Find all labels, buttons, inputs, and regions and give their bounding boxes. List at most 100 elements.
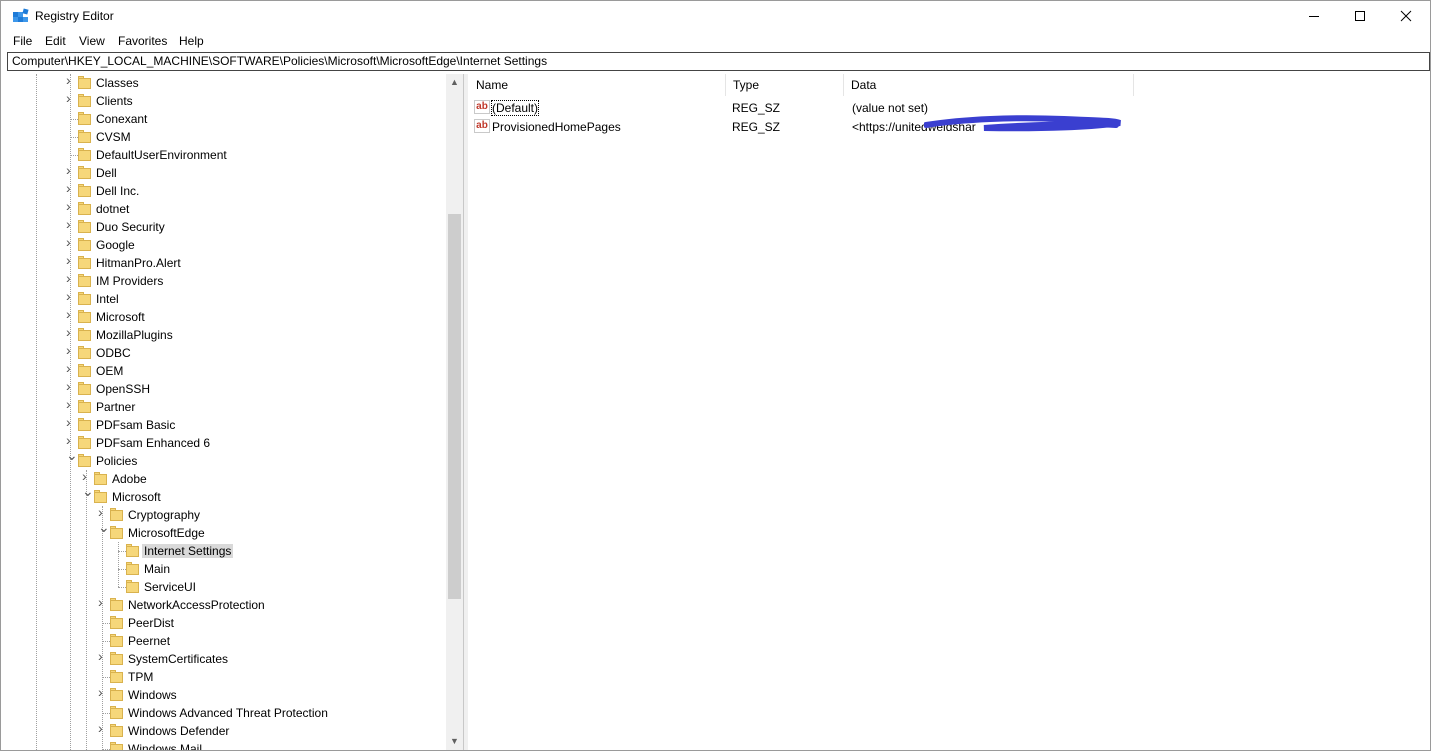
column-header-name[interactable]: Name xyxy=(469,74,726,96)
value-row[interactable]: ab ProvisionedHomePages REG_SZ <https://uni… xyxy=(469,115,1430,136)
chevron-right-icon[interactable]: › xyxy=(82,469,92,483)
tree-item[interactable]: › Dell Inc. xyxy=(8,181,443,200)
tree-item-label: IM Providers xyxy=(96,274,164,288)
chevron-right-icon[interactable]: › xyxy=(98,721,108,735)
chevron-right-icon[interactable]: › xyxy=(66,235,76,249)
tree-item[interactable]: › Clients xyxy=(8,91,443,110)
tree-item[interactable]: › NetworkAccessProtection xyxy=(8,595,443,614)
tree-item[interactable]: › Adobe xyxy=(8,469,443,488)
tree-item[interactable]: › Intel xyxy=(8,289,443,308)
chevron-right-icon[interactable]: › xyxy=(98,505,108,519)
tree-item[interactable]: CVSM xyxy=(8,128,443,146)
tree-item[interactable]: › dotnet xyxy=(8,199,443,218)
tree-item[interactable]: › Classes xyxy=(8,74,443,92)
value-name: ProvisionedHomePages xyxy=(492,120,621,134)
tree-item[interactable]: ⌄ Microsoft xyxy=(8,484,443,506)
chevron-right-icon[interactable]: › xyxy=(66,163,76,177)
folder-icon xyxy=(110,598,123,611)
folder-icon xyxy=(78,454,91,467)
menu-view[interactable]: View xyxy=(79,34,105,48)
chevron-right-icon[interactable]: › xyxy=(66,199,76,213)
tree-item[interactable]: › MozillaPlugins xyxy=(8,325,443,344)
tree-item[interactable]: › SystemCertificates xyxy=(8,649,443,668)
chevron-right-icon[interactable]: › xyxy=(66,217,76,231)
scroll-up-icon[interactable]: ▲ xyxy=(446,74,463,91)
folder-icon xyxy=(110,670,123,683)
minimize-button[interactable] xyxy=(1291,1,1337,31)
tree-item[interactable]: › ODBC xyxy=(8,343,443,362)
folder-icon xyxy=(126,580,139,593)
key-tree-pane[interactable]: › Classes › Clients Conexant CVSM DefaultUserE… xyxy=(8,74,464,750)
tree-item[interactable]: Peernet xyxy=(8,632,443,650)
tree-item[interactable]: › Dell xyxy=(8,163,443,182)
chevron-down-icon[interactable]: ⌄ xyxy=(66,448,78,462)
chevron-right-icon[interactable]: › xyxy=(66,415,76,429)
chevron-down-icon[interactable]: ⌄ xyxy=(98,520,110,534)
chevron-right-icon[interactable]: › xyxy=(66,397,76,411)
chevron-right-icon[interactable]: › xyxy=(66,433,76,447)
menu-edit[interactable]: Edit xyxy=(45,34,66,48)
chevron-right-icon[interactable]: › xyxy=(66,74,76,87)
tree-item-label: Peernet xyxy=(128,634,171,648)
chevron-right-icon[interactable]: › xyxy=(66,181,76,195)
tree-item-label: ServiceUI xyxy=(144,580,197,594)
tree-item[interactable]: › OpenSSH xyxy=(8,379,443,398)
tree-scrollbar[interactable]: ▲ ▼ xyxy=(446,74,463,750)
chevron-right-icon[interactable]: › xyxy=(66,307,76,321)
tree-item[interactable]: Windows Mail xyxy=(8,740,443,750)
tree-item[interactable]: Windows Advanced Threat Protection xyxy=(8,704,443,722)
chevron-right-icon[interactable]: › xyxy=(66,91,76,105)
tree-item[interactable]: › Cryptography xyxy=(8,505,443,524)
scroll-down-icon[interactable]: ▼ xyxy=(446,733,463,750)
pane-splitter[interactable] xyxy=(464,74,468,750)
tree-item[interactable]: ⌄ Policies xyxy=(8,448,443,470)
tree-item[interactable]: › HitmanPro.Alert xyxy=(8,253,443,272)
tree-item-label: Main xyxy=(144,562,171,576)
tree-item-label: Windows Defender xyxy=(128,724,230,738)
address-bar[interactable]: Computer\HKEY_LOCAL_MACHINE\SOFTWARE\Pol… xyxy=(7,52,1430,71)
tree-item[interactable]: ⌄ MicrosoftEdge xyxy=(8,520,443,542)
chevron-right-icon[interactable]: › xyxy=(98,595,108,609)
tree-item-label: Dell xyxy=(96,166,117,180)
tree-item[interactable]: › PDFsam Basic xyxy=(8,415,443,434)
chevron-right-icon[interactable]: › xyxy=(98,649,108,663)
tree-item[interactable]: TPM xyxy=(8,668,443,686)
column-header-data[interactable]: Data xyxy=(844,74,1134,96)
tree-item[interactable]: DefaultUserEnvironment xyxy=(8,146,443,164)
chevron-right-icon[interactable]: › xyxy=(66,271,76,285)
chevron-right-icon[interactable]: › xyxy=(66,325,76,339)
tree-item-label: NetworkAccessProtection xyxy=(128,598,265,612)
tree-item-label: MozillaPlugins xyxy=(96,328,173,342)
values-list-pane[interactable]: Name Type Data ab (Default) REG_SZ (value n… xyxy=(469,74,1430,750)
menu-favorites[interactable]: Favorites xyxy=(118,34,167,48)
scroll-thumb[interactable] xyxy=(448,214,461,599)
title-bar[interactable]: Registry Editor xyxy=(1,1,1430,31)
tree-item[interactable]: › Duo Security xyxy=(8,217,443,236)
tree-item[interactable]: ServiceUI xyxy=(8,578,443,596)
tree-item[interactable]: › Google xyxy=(8,235,443,254)
tree-item[interactable]: PeerDist xyxy=(8,614,443,632)
tree-item[interactable]: › Windows Defender xyxy=(8,721,443,740)
chevron-down-icon[interactable]: ⌄ xyxy=(82,484,94,498)
close-button[interactable] xyxy=(1383,1,1429,31)
tree-item[interactable]: › Microsoft xyxy=(8,307,443,326)
tree-item[interactable]: › Partner xyxy=(8,397,443,416)
tree-item[interactable]: › Windows xyxy=(8,685,443,704)
column-header-type[interactable]: Type xyxy=(726,74,844,96)
folder-icon xyxy=(110,616,123,629)
menu-help[interactable]: Help xyxy=(179,34,204,48)
chevron-right-icon[interactable]: › xyxy=(98,685,108,699)
chevron-right-icon[interactable]: › xyxy=(66,289,76,303)
tree-item[interactable]: › OEM xyxy=(8,361,443,380)
chevron-right-icon[interactable]: › xyxy=(66,379,76,393)
chevron-right-icon[interactable]: › xyxy=(66,361,76,375)
chevron-right-icon[interactable]: › xyxy=(66,343,76,357)
folder-icon xyxy=(110,526,123,539)
tree-item[interactable]: Main xyxy=(8,560,443,578)
chevron-right-icon[interactable]: › xyxy=(66,253,76,267)
tree-item[interactable]: › IM Providers xyxy=(8,271,443,290)
tree-item[interactable]: Conexant xyxy=(8,110,443,128)
tree-item[interactable]: Internet Settings xyxy=(8,542,443,560)
maximize-button[interactable] xyxy=(1337,1,1383,31)
menu-file[interactable]: File xyxy=(13,34,32,48)
